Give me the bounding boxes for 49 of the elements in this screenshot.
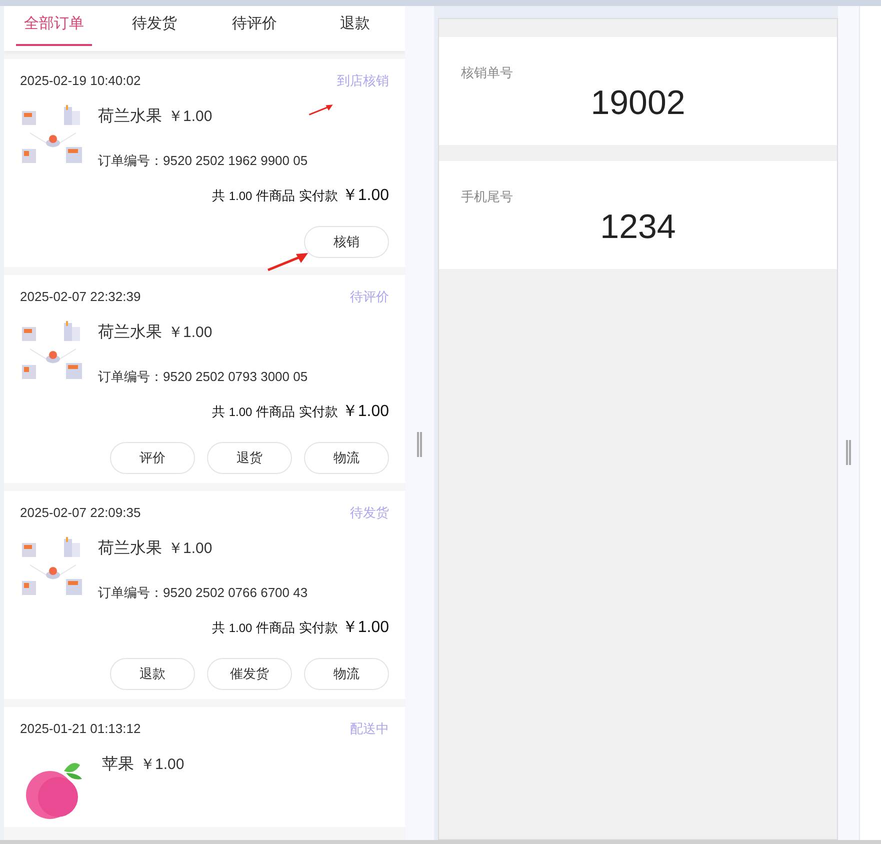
order-action-button[interactable]: 物流 bbox=[304, 658, 389, 690]
order-number: 订单编号：9520 2502 1962 9900 05 bbox=[98, 152, 308, 170]
total-label: 共 bbox=[212, 187, 225, 205]
item-count: 1.00 bbox=[228, 404, 252, 421]
item-count: 1.00 bbox=[228, 188, 252, 205]
product-name: 苹果 bbox=[102, 754, 134, 774]
order-time: 2025-01-21 01:13:12 bbox=[20, 720, 141, 738]
total-label: 件商品 实付款 bbox=[256, 187, 338, 205]
total-label: 共 bbox=[212, 619, 225, 637]
arrow-icon bbox=[266, 252, 310, 272]
total-label: 件商品 实付款 bbox=[256, 619, 338, 637]
total-amount: ￥1.00 bbox=[342, 402, 389, 422]
splitter-handle[interactable] bbox=[846, 440, 851, 465]
order-action-button[interactable]: 物流 bbox=[304, 442, 389, 474]
product-name: 荷兰水果 bbox=[98, 538, 162, 558]
tab[interactable]: 待发货 bbox=[104, 6, 204, 51]
order-action-button[interactable]: 催发货 bbox=[207, 658, 292, 690]
tab[interactable]: 待评价 bbox=[204, 6, 305, 51]
order-action-button[interactable]: 退款 bbox=[110, 658, 195, 690]
total-amount: ￥1.00 bbox=[342, 618, 389, 638]
field-value: 1234 bbox=[600, 206, 676, 246]
order-time: 2025-02-19 10:40:02 bbox=[20, 72, 141, 90]
product-price: ￥1.00 bbox=[168, 322, 212, 342]
order-action-button[interactable]: 核销 bbox=[304, 226, 389, 258]
field-label: 核销单号 bbox=[461, 64, 514, 82]
total-label: 共 bbox=[212, 403, 225, 421]
order-time: 2025-02-07 22:32:39 bbox=[20, 288, 141, 306]
order-status: 待评价 bbox=[350, 288, 389, 306]
product-name: 荷兰水果 bbox=[98, 322, 162, 342]
order-status: 待发货 bbox=[350, 504, 389, 522]
tab[interactable]: 退款 bbox=[304, 6, 405, 51]
order-number: 订单编号：9520 2502 0766 6700 43 bbox=[98, 584, 308, 602]
total-amount: ￥1.00 bbox=[342, 186, 389, 206]
product-price: ￥1.00 bbox=[168, 538, 212, 558]
field-value: 19002 bbox=[590, 82, 686, 122]
splitter-handle[interactable] bbox=[417, 432, 422, 457]
field-label: 手机尾号 bbox=[461, 188, 514, 206]
order-time: 2025-02-07 22:09:35 bbox=[20, 504, 141, 522]
total-label: 件商品 实付款 bbox=[256, 403, 338, 421]
product-price: ￥1.00 bbox=[168, 106, 212, 126]
order-status: 到店核销 bbox=[337, 72, 389, 90]
order-action-button[interactable]: 评价 bbox=[110, 442, 195, 474]
item-count: 1.00 bbox=[228, 620, 252, 637]
order-action-button[interactable]: 退货 bbox=[207, 442, 292, 474]
tab[interactable]: 全部订单 bbox=[4, 6, 104, 51]
order-status: 配送中 bbox=[350, 720, 389, 738]
product-price: ￥1.00 bbox=[140, 754, 184, 774]
order-number: 订单编号：9520 2502 0793 3000 05 bbox=[98, 368, 308, 386]
product-name: 荷兰水果 bbox=[98, 106, 162, 126]
